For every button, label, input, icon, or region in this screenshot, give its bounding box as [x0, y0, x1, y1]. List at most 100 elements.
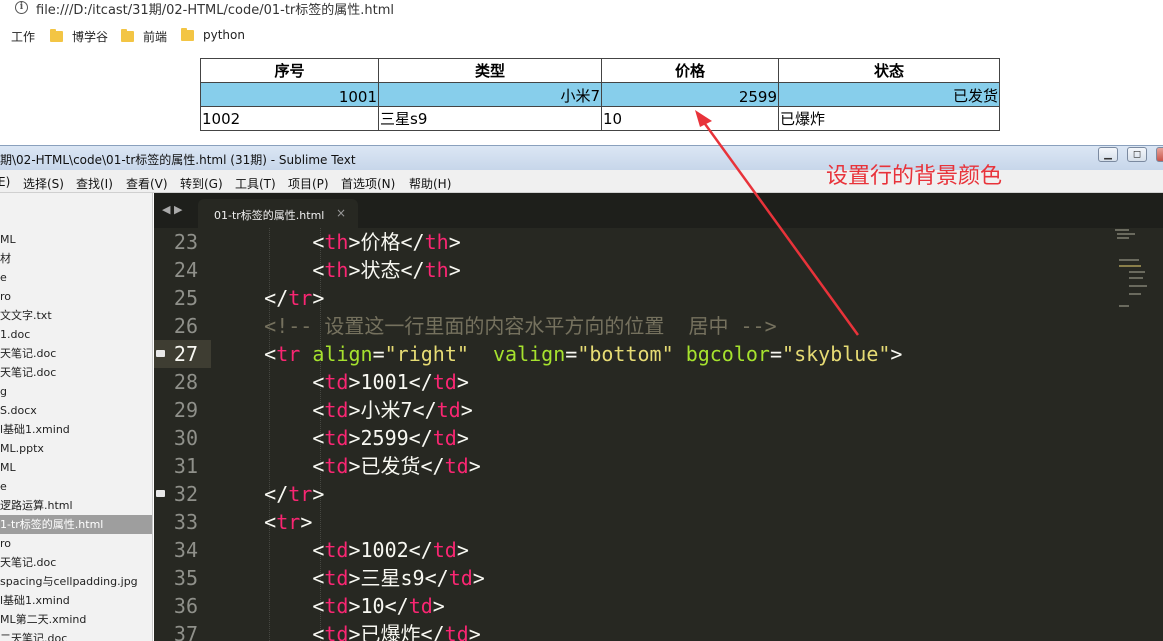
- code-token: </: [264, 286, 289, 310]
- tab-label: 01-tr标签的属性.html: [214, 209, 325, 222]
- code-line[interactable]: <td>1002</td>: [216, 536, 469, 564]
- tab-active-file[interactable]: 01-tr标签的属性.html ×: [198, 199, 358, 228]
- code-token: >: [432, 594, 445, 618]
- code-token: <: [312, 566, 325, 590]
- code-line[interactable]: <tr>: [216, 508, 312, 536]
- demo-table: 序号 类型 价格 状态 1001 小米7 2599 已发货 1002 三星s9 …: [200, 58, 1000, 131]
- sidebar-file-item[interactable]: ML: [0, 230, 152, 249]
- code-token: >10</: [348, 594, 409, 618]
- header-cell: 价格: [601, 58, 779, 83]
- code-line[interactable]: <!-- 设置这一行里面的内容水平方向的位置 居中 -->: [216, 312, 776, 340]
- sidebar-file-item[interactable]: ML: [0, 458, 152, 477]
- sidebar-file-item[interactable]: 二天笔记.doc: [0, 629, 152, 641]
- sidebar-file-item[interactable]: 天笔记.doc: [0, 344, 152, 363]
- code-token: >已爆炸</: [348, 622, 445, 641]
- line-number: 35: [173, 566, 198, 590]
- bookmark-python[interactable]: python: [181, 27, 245, 42]
- menu-project[interactable]: 项目(P): [288, 175, 329, 192]
- line-number: 33: [173, 510, 198, 534]
- sidebar-file-item[interactable]: ML第二天.xmind: [0, 610, 152, 629]
- code-line[interactable]: <td>已发货</td>: [216, 452, 480, 480]
- sidebar-file-item[interactable]: e: [0, 268, 152, 287]
- sidebar-file-item[interactable]: l基础1.xmind: [0, 591, 152, 610]
- tab-close-icon[interactable]: ×: [336, 206, 346, 220]
- sidebar-file-item[interactable]: 天笔记.doc: [0, 363, 152, 382]
- sidebar-file-item[interactable]: e: [0, 477, 152, 496]
- maximize-icon[interactable]: ◻: [1127, 147, 1147, 162]
- code-token: >2599</: [348, 426, 433, 450]
- code-token: "bottom": [577, 342, 674, 366]
- menu-view[interactable]: 查看(V): [126, 175, 168, 192]
- menu-selection[interactable]: 选择(S): [23, 175, 64, 192]
- code-line[interactable]: <td>1001</td>: [216, 368, 469, 396]
- code-line[interactable]: <th>状态</th>: [216, 256, 461, 284]
- code-line[interactable]: </tr>: [216, 480, 324, 508]
- menu-help[interactable]: 帮助(H): [409, 175, 451, 192]
- menu-tools[interactable]: 工具(T): [235, 175, 276, 192]
- tab-nav-arrows-icon[interactable]: ◀ ▶: [162, 203, 182, 216]
- minimap[interactable]: [1115, 229, 1155, 319]
- bookmark-boxuegu[interactable]: 博学谷: [50, 28, 108, 45]
- menu-find[interactable]: 查找(I): [76, 175, 113, 192]
- code-token: =: [565, 342, 578, 366]
- browser-address-bar[interactable]: i file:///D:/itcast/31期/02-HTML/code/01-…: [0, 0, 1163, 22]
- line-number-gutter: 23 24 25 26 27 28 29 30 31 32 33 34 35 36 37: [154, 228, 214, 641]
- screenshot-root: i file:///D:/itcast/31期/02-HTML/code/01-…: [0, 0, 1163, 641]
- menu-edit[interactable]: E): [0, 175, 10, 189]
- close-window-icon[interactable]: [1156, 147, 1163, 162]
- menu-goto[interactable]: 转到(G): [180, 175, 223, 192]
- code-token: >小米7</: [348, 398, 437, 422]
- sidebar-file-item[interactable]: ML.pptx: [0, 439, 152, 458]
- code-token: <: [312, 622, 325, 641]
- code-token: =: [769, 342, 783, 366]
- sidebar-file-item[interactable]: 天笔记.doc: [0, 553, 152, 572]
- code-editor[interactable]: ◀ ▶ 01-tr标签的属性.html × 23 24 25 26 27 28 29 30 31…: [154, 193, 1163, 641]
- code-line[interactable]: <td>2599</td>: [216, 424, 469, 452]
- table-cell: 1001: [200, 82, 379, 107]
- sidebar-file-item[interactable]: 材: [0, 249, 152, 268]
- sidebar-file-item[interactable]: spacing与cellpadding.jpg: [0, 572, 152, 591]
- code-token: </: [264, 482, 289, 506]
- sidebar-file-item[interactable]: g: [0, 382, 152, 401]
- code-line[interactable]: <td>已爆炸</td>: [216, 620, 480, 641]
- minimize-icon[interactable]: ▁: [1098, 147, 1118, 162]
- menu-preferences[interactable]: 首选项(N): [341, 175, 395, 192]
- code-token: td: [432, 538, 457, 562]
- code-line[interactable]: <td>10</td>: [216, 592, 445, 620]
- address-url[interactable]: file:///D:/itcast/31期/02-HTML/code/01-tr…: [36, 0, 394, 18]
- bookmark-frontend[interactable]: 前端: [121, 28, 167, 45]
- code-line[interactable]: <td>三星s9</td>: [216, 564, 485, 592]
- bookmark-work[interactable]: 工作: [0, 28, 35, 45]
- line-number: 28: [173, 370, 198, 394]
- code-token: >: [448, 258, 461, 282]
- sidebar-file-item[interactable]: S.docx: [0, 401, 152, 420]
- sidebar-file-item[interactable]: ro: [0, 287, 152, 306]
- header-cell: 状态: [778, 58, 1000, 83]
- code-area[interactable]: <th>价格</th> <th>状态</th> </tr> <!-- 设置这一行…: [216, 228, 1116, 641]
- code-token: td: [324, 398, 349, 422]
- code-line[interactable]: <td>小米7</td>: [216, 396, 472, 424]
- code-line[interactable]: </tr>: [216, 284, 324, 312]
- info-icon[interactable]: i: [15, 1, 28, 14]
- window-title: 期\02-HTML\code\01-tr标签的属性.html (31期) - S…: [0, 153, 356, 167]
- code-line[interactable]: <th>价格</th>: [216, 228, 460, 256]
- code-token: <: [264, 510, 277, 534]
- sidebar-file-item[interactable]: 文文字.txt: [0, 306, 152, 325]
- code-line[interactable]: <tr align="right" valign="bottom" bgcolo…: [216, 340, 902, 368]
- sidebar-file-item[interactable]: 1.doc: [0, 325, 152, 344]
- sidebar-file-item[interactable]: l基础1.xmind: [0, 420, 152, 439]
- code-token: tr: [288, 482, 313, 506]
- bookmark-icon[interactable]: [156, 350, 165, 357]
- bookmark-icon[interactable]: [156, 490, 165, 497]
- code-token: >: [312, 482, 325, 506]
- sidebar-file-item[interactable]: ro: [0, 534, 152, 553]
- sidebar-file-item[interactable]: 逻路运算.html: [0, 496, 152, 515]
- sidebar-file-item[interactable]: 1-tr标签的属性.html: [0, 515, 152, 534]
